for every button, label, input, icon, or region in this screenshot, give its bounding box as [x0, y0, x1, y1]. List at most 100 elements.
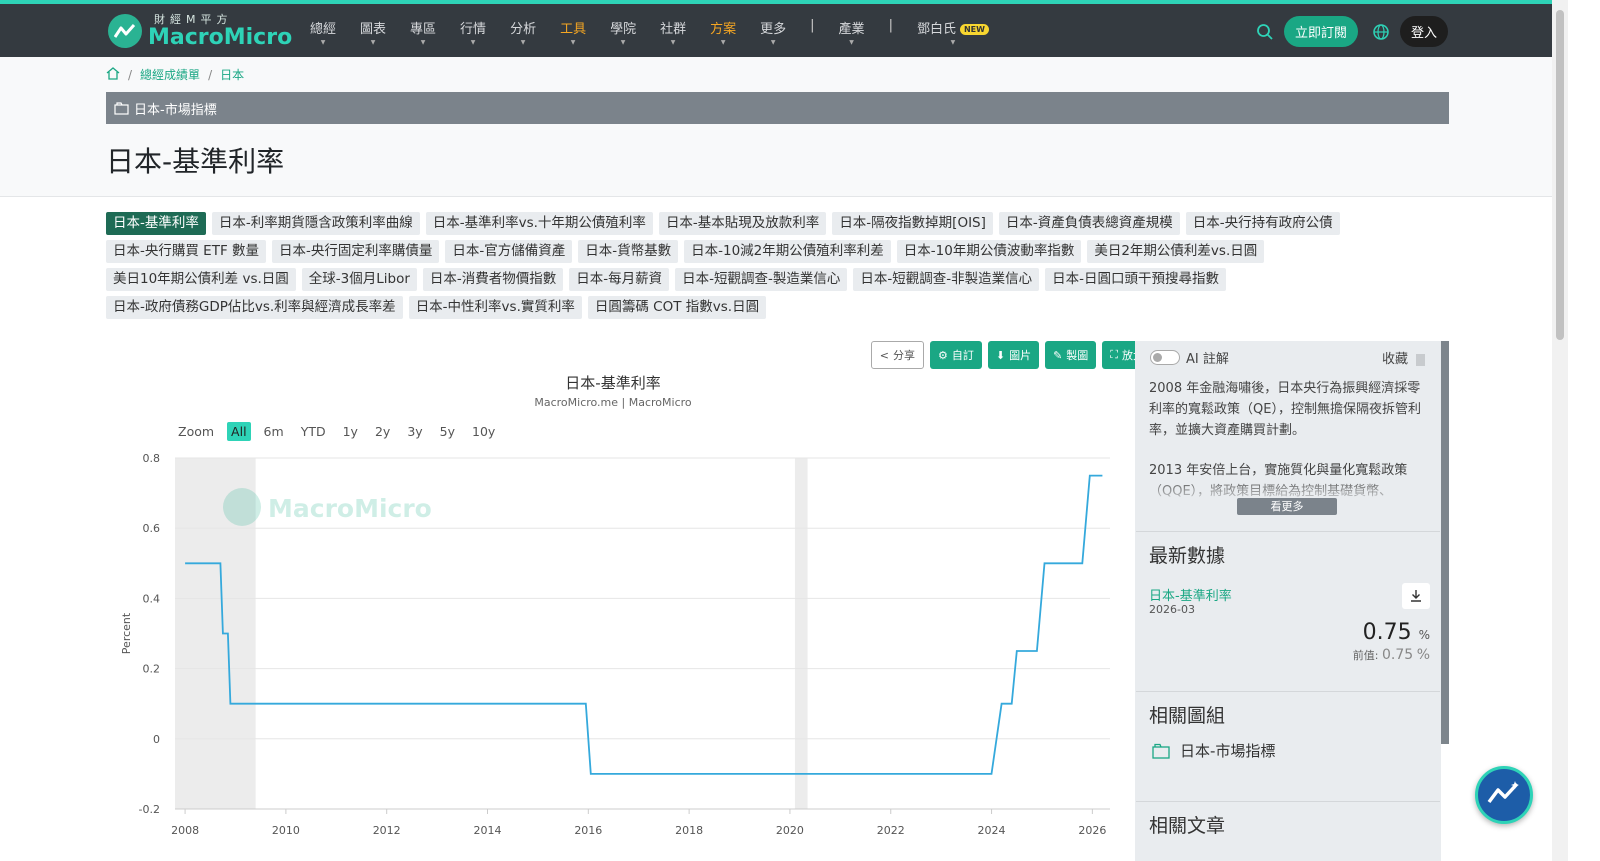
x-tick-label: 2018: [675, 824, 703, 837]
home-icon[interactable]: [106, 66, 120, 83]
breadcrumb-link-japan[interactable]: 日本: [220, 66, 244, 83]
chart-group-bar[interactable]: 日本-市場指標: [106, 92, 1449, 124]
tag-item[interactable]: 美日10年期公債利差 vs.日圓: [106, 268, 296, 291]
tag-item[interactable]: 日本-央行購買 ETF 數量: [106, 240, 266, 263]
folder-icon: [1152, 743, 1172, 759]
zoom-option-5y[interactable]: 5y: [436, 422, 459, 441]
y-tick-label: 0: [153, 733, 160, 746]
download-data-button[interactable]: [1402, 583, 1430, 609]
toggle-switch[interactable]: [1150, 350, 1180, 365]
tag-item[interactable]: 日本-央行持有政府公債: [1185, 212, 1340, 235]
image-download-button[interactable]: ⬇ 圖片: [987, 341, 1040, 369]
bookmark-icon: [1416, 353, 1426, 366]
main-nav: 總經 ▼ 圖表 ▼ 專區 ▼ 行情 ▼ 分析 ▼ 工具 ▼ 學院 ▼ 社群 ▼ 方案 ▼ 更多 ▼ …: [310, 18, 1013, 46]
see-more-button[interactable]: 看更多: [1237, 498, 1337, 515]
y-tick-label: -0.2: [139, 803, 160, 816]
nav-item-zones[interactable]: 專區 ▼: [410, 18, 436, 46]
page-title: 日本-基準利率: [106, 145, 285, 178]
tag-item[interactable]: 日本-貨幣基數: [578, 240, 679, 263]
nav-item-plans[interactable]: 方案 ▼: [710, 18, 736, 46]
tag-item[interactable]: 日本-10減2年期公債殖利率利差: [684, 240, 891, 263]
nav-item-industry[interactable]: 產業 ▼: [839, 18, 865, 46]
zoom-option-ytd[interactable]: YTD: [297, 422, 330, 441]
breadcrumb-link-macro-scorecard[interactable]: 總經成績單: [140, 66, 200, 83]
tag-item[interactable]: 日本-消費者物價指數: [422, 268, 564, 291]
tag-item[interactable]: 日本-利率期貨隱含政策利率曲線: [211, 212, 420, 235]
ai-annotation-toggle[interactable]: AI 註解: [1150, 348, 1229, 367]
logo[interactable]: 財經M平方 MacroMicro: [108, 12, 292, 50]
tag-item[interactable]: 日本-隔夜指數掉期[OIS]: [832, 212, 993, 235]
tag-item[interactable]: 日本-資產負債表總資產規模: [998, 212, 1180, 235]
y-axis-label: Percent: [120, 612, 133, 654]
macromicro-logo-icon: [108, 14, 142, 48]
related-groups-title: 相關圖組: [1149, 705, 1226, 727]
ai-paragraph: 2008 年金融海嘯後，日本央行為振興經濟採零利率的寬鬆政策（QE），控制無擔保…: [1149, 381, 1421, 438]
line-chart[interactable]: 0.8 0.6 0.4 0.2 0 -0.2 2008 2010 2012 2014 2016 201…: [110, 440, 1120, 861]
chart-toolbar: < 分享 ⚙ 自訂 ⬇ 圖片 ✎ 製圖 ⛶ 放大: [865, 341, 1152, 369]
tag-item[interactable]: 日本-央行固定利率購債量: [272, 240, 440, 263]
tag-item[interactable]: 日本-10年期公債波動率指數: [896, 240, 1082, 263]
nav-item-analysis[interactable]: 分析 ▼: [510, 18, 536, 46]
x-tick-label: 2022: [877, 824, 905, 837]
zoom-option-6m[interactable]: 6m: [260, 422, 288, 441]
nav-item-charts[interactable]: 圖表 ▼: [360, 18, 386, 46]
zoom-option-10y[interactable]: 10y: [468, 422, 499, 441]
shaded-band: [794, 458, 808, 809]
nav-item-dengbaishi[interactable]: 鄧白氏 NEW ▼: [917, 18, 989, 46]
download-icon: ⬇: [995, 348, 1006, 362]
related-group-item[interactable]: 日本-市場指標: [1152, 740, 1275, 761]
previous-value: 前值: 0.75 %: [1352, 647, 1430, 663]
tag-item[interactable]: 全球-3個月Libor: [301, 268, 417, 291]
chart-title: 日本-基準利率: [565, 374, 661, 392]
nav-item-more[interactable]: 更多 ▼: [760, 18, 786, 46]
tag-item[interactable]: 日圓籌碼 COT 指數vs.日圓: [587, 296, 767, 319]
x-tick-label: 2024: [978, 824, 1006, 837]
chart-group-label: 日本-市場指標: [134, 102, 217, 118]
macromicro-assistant-button[interactable]: [1475, 766, 1533, 824]
y-tick-label: 0.6: [143, 522, 161, 535]
tag-item[interactable]: 日本-中性利率vs.實質利率: [408, 296, 582, 319]
tag-item[interactable]: 日本-每月薪資: [569, 268, 670, 291]
y-tick-label: 0.2: [143, 663, 161, 676]
share-button[interactable]: < 分享: [870, 341, 924, 369]
tag-item[interactable]: 日本-基準利率: [106, 212, 206, 235]
zoom-option-1y[interactable]: 1y: [339, 422, 362, 441]
nav-item-academy[interactable]: 學院 ▼: [610, 18, 636, 46]
y-tick-label: 0.8: [143, 452, 161, 465]
tag-item[interactable]: 日本-政府債務GDP佔比vs.利率與經濟成長率差: [106, 296, 403, 319]
tag-item[interactable]: 日本-短觀調查-非製造業信心: [853, 268, 1040, 291]
make-chart-button[interactable]: ✎ 製圖: [1045, 341, 1097, 369]
related-chart-tags: 日本-基準利率 日本-利率期貨隱含政策利率曲線 日本-基準利率vs.十年期公債殖…: [106, 212, 1406, 324]
tag-item[interactable]: 日本-基本貼現及放款利率: [658, 212, 827, 235]
share-icon: <: [879, 348, 889, 362]
search-icon[interactable]: [1256, 23, 1274, 41]
latest-value: 0.75 %: [1362, 620, 1430, 645]
subscribe-button[interactable]: 立即訂閱: [1283, 16, 1358, 47]
x-tick-label: 2012: [373, 824, 401, 837]
nav-separator: |: [810, 18, 815, 33]
zoom-option-all[interactable]: All: [227, 422, 251, 441]
login-button[interactable]: 登入: [1399, 16, 1448, 47]
divider: [1136, 801, 1440, 802]
x-tick-label: 2008: [171, 824, 199, 837]
latest-series-name[interactable]: 日本-基準利率: [1149, 585, 1232, 604]
nav-item-markets[interactable]: 行情 ▼: [460, 18, 486, 46]
tag-item[interactable]: 日本-短觀調查-製造業信心: [675, 268, 848, 291]
zoom-option-3y[interactable]: 3y: [403, 422, 426, 441]
x-tick-label: 2026: [1078, 824, 1106, 837]
tag-item[interactable]: 美日2年期公債利差vs.日圓: [1087, 240, 1265, 263]
globe-icon[interactable]: [1372, 23, 1390, 41]
nav-item-community[interactable]: 社群 ▼: [660, 18, 686, 46]
nav-item-macro[interactable]: 總經 ▼: [310, 18, 336, 46]
nav-item-tools[interactable]: 工具 ▼: [560, 18, 586, 46]
x-tick-label: 2014: [474, 824, 502, 837]
tag-item[interactable]: 日本-日圓口頭干預搜尋指數: [1045, 268, 1227, 291]
tag-item[interactable]: 日本-官方儲備資產: [445, 240, 573, 263]
side-panel-scrollbar[interactable]: [1441, 341, 1449, 744]
favorite-button[interactable]: 收藏: [1382, 348, 1426, 367]
customize-button[interactable]: ⚙ 自訂: [929, 341, 982, 369]
page-scrollbar-thumb[interactable]: [1556, 10, 1564, 340]
zoom-option-2y[interactable]: 2y: [371, 422, 394, 441]
svg-text:MacroMicro: MacroMicro: [268, 494, 432, 523]
tag-item[interactable]: 日本-基準利率vs.十年期公債殖利率: [425, 212, 653, 235]
